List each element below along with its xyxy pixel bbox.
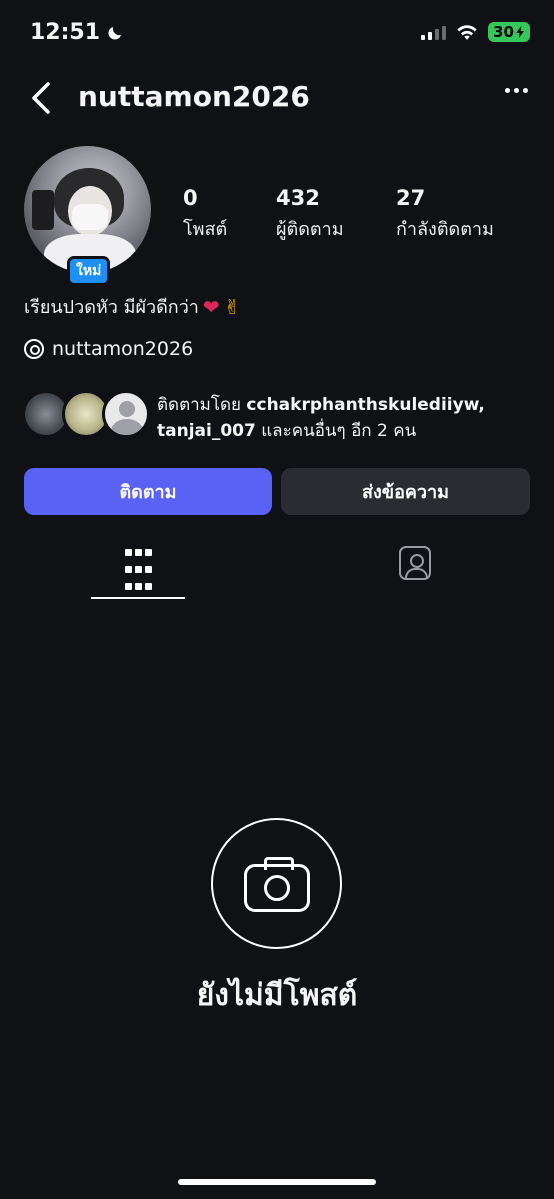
threads-icon xyxy=(24,339,44,359)
stat-following[interactable]: 27 กำลังติดตาม xyxy=(396,186,494,243)
bio: เรียนปวดหัว มีผัวดีกว่า ❤ ✌ xyxy=(24,292,240,321)
heart-emoji-icon: ❤ xyxy=(202,294,220,319)
followed-by-prefix: ติดตามโดย xyxy=(157,395,242,415)
stat-posts[interactable]: 0 โพสต์ xyxy=(183,186,227,243)
stat-posts-value: 0 xyxy=(183,186,198,210)
new-badge: ใหม่ xyxy=(67,256,111,286)
stat-posts-label: โพสต์ xyxy=(183,219,228,240)
followed-by-text[interactable]: ติดตามโดย cchakrphanthskulediiyw, tanjai… xyxy=(157,392,537,444)
followed-by-suffix: และคนอื่นๆ อีก 2 คน xyxy=(261,421,417,441)
follow-button[interactable]: ติดตาม xyxy=(24,468,272,515)
cellular-signal-icon xyxy=(421,24,447,40)
stat-following-value: 27 xyxy=(396,186,426,210)
mutual-followers-avatars[interactable] xyxy=(22,390,152,440)
status-indicators: 30 xyxy=(421,22,530,42)
stat-followers[interactable]: 432 ผู้ติดตาม xyxy=(276,186,344,243)
threads-handle: nuttamon2026 xyxy=(52,338,194,360)
empty-state-text: ยังไม่มีโพสต์ xyxy=(196,978,358,1013)
wifi-icon xyxy=(457,24,477,40)
rock-hand-emoji-icon: ✌ xyxy=(223,294,241,319)
back-button[interactable] xyxy=(24,78,60,118)
status-time: 12:51 xyxy=(30,20,124,45)
dot xyxy=(505,88,510,93)
moon-icon xyxy=(108,26,122,40)
dot xyxy=(514,88,519,93)
dot xyxy=(523,88,528,93)
stat-following-label: กำลังติดตาม xyxy=(396,219,494,240)
grid-icon xyxy=(124,549,152,597)
chevron-left-icon xyxy=(32,82,50,114)
default-avatar-icon xyxy=(102,390,150,438)
tab-tagged[interactable] xyxy=(390,546,440,586)
home-indicator[interactable] xyxy=(178,1179,376,1185)
profile-avatar[interactable] xyxy=(24,146,151,273)
stat-followers-value: 432 xyxy=(276,186,320,210)
active-tab-indicator xyxy=(91,597,185,599)
battery-level: 30 xyxy=(493,23,514,41)
charging-bolt-icon xyxy=(516,26,524,38)
tab-posts-grid[interactable] xyxy=(91,545,185,599)
camera-icon xyxy=(211,818,342,949)
threads-link[interactable]: nuttamon2026 xyxy=(24,338,193,360)
message-button[interactable]: ส่งข้อความ xyxy=(281,468,530,515)
page-title: nuttamon2026 xyxy=(78,80,310,113)
stat-followers-label: ผู้ติดตาม xyxy=(276,219,344,240)
status-time-text: 12:51 xyxy=(30,20,101,45)
more-options-button[interactable] xyxy=(505,88,528,93)
battery-indicator: 30 xyxy=(488,22,530,42)
bio-text: เรียนปวดหัว มีผัวดีกว่า xyxy=(24,297,199,318)
tagged-person-icon xyxy=(399,546,431,580)
